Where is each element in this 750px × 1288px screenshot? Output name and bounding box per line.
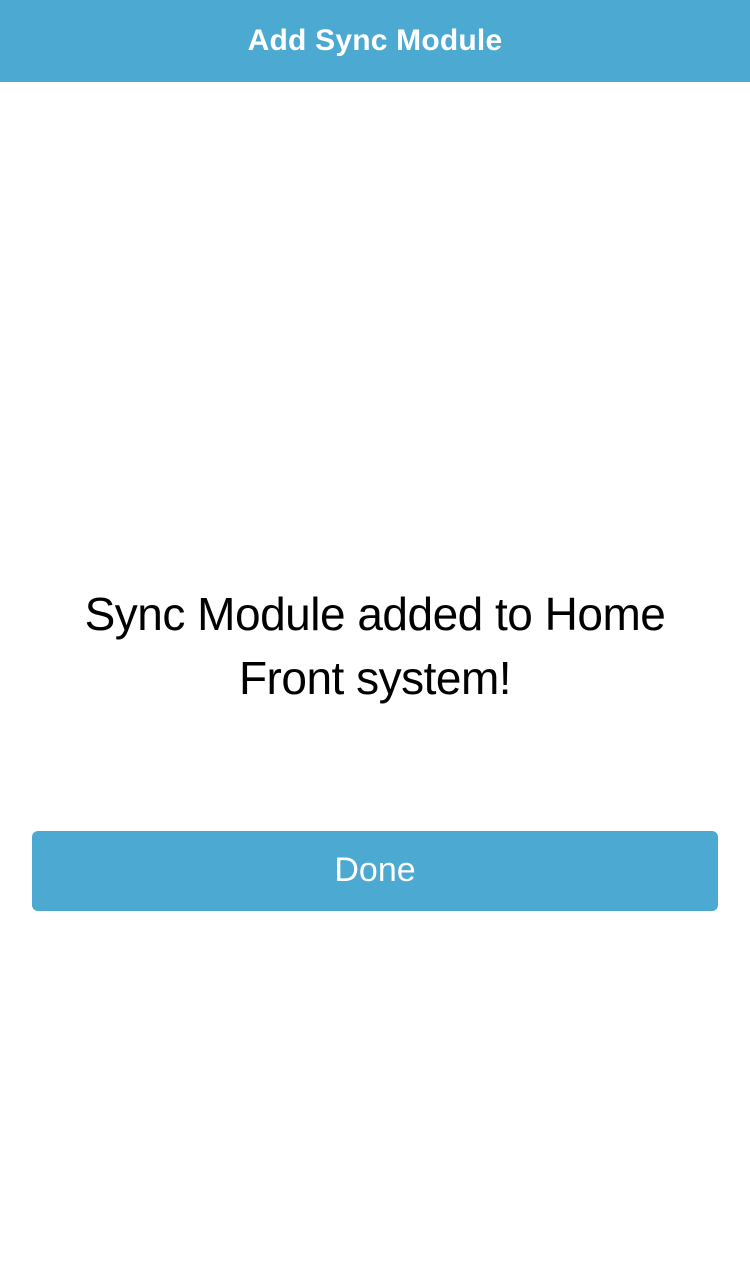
confirmation-message: Sync Module added to Home Front system!: [32, 582, 718, 711]
main-content: Sync Module added to Home Front system! …: [0, 582, 750, 911]
page-title: Add Sync Module: [248, 24, 503, 58]
done-button[interactable]: Done: [32, 831, 718, 911]
header-bar: Add Sync Module: [0, 0, 750, 82]
